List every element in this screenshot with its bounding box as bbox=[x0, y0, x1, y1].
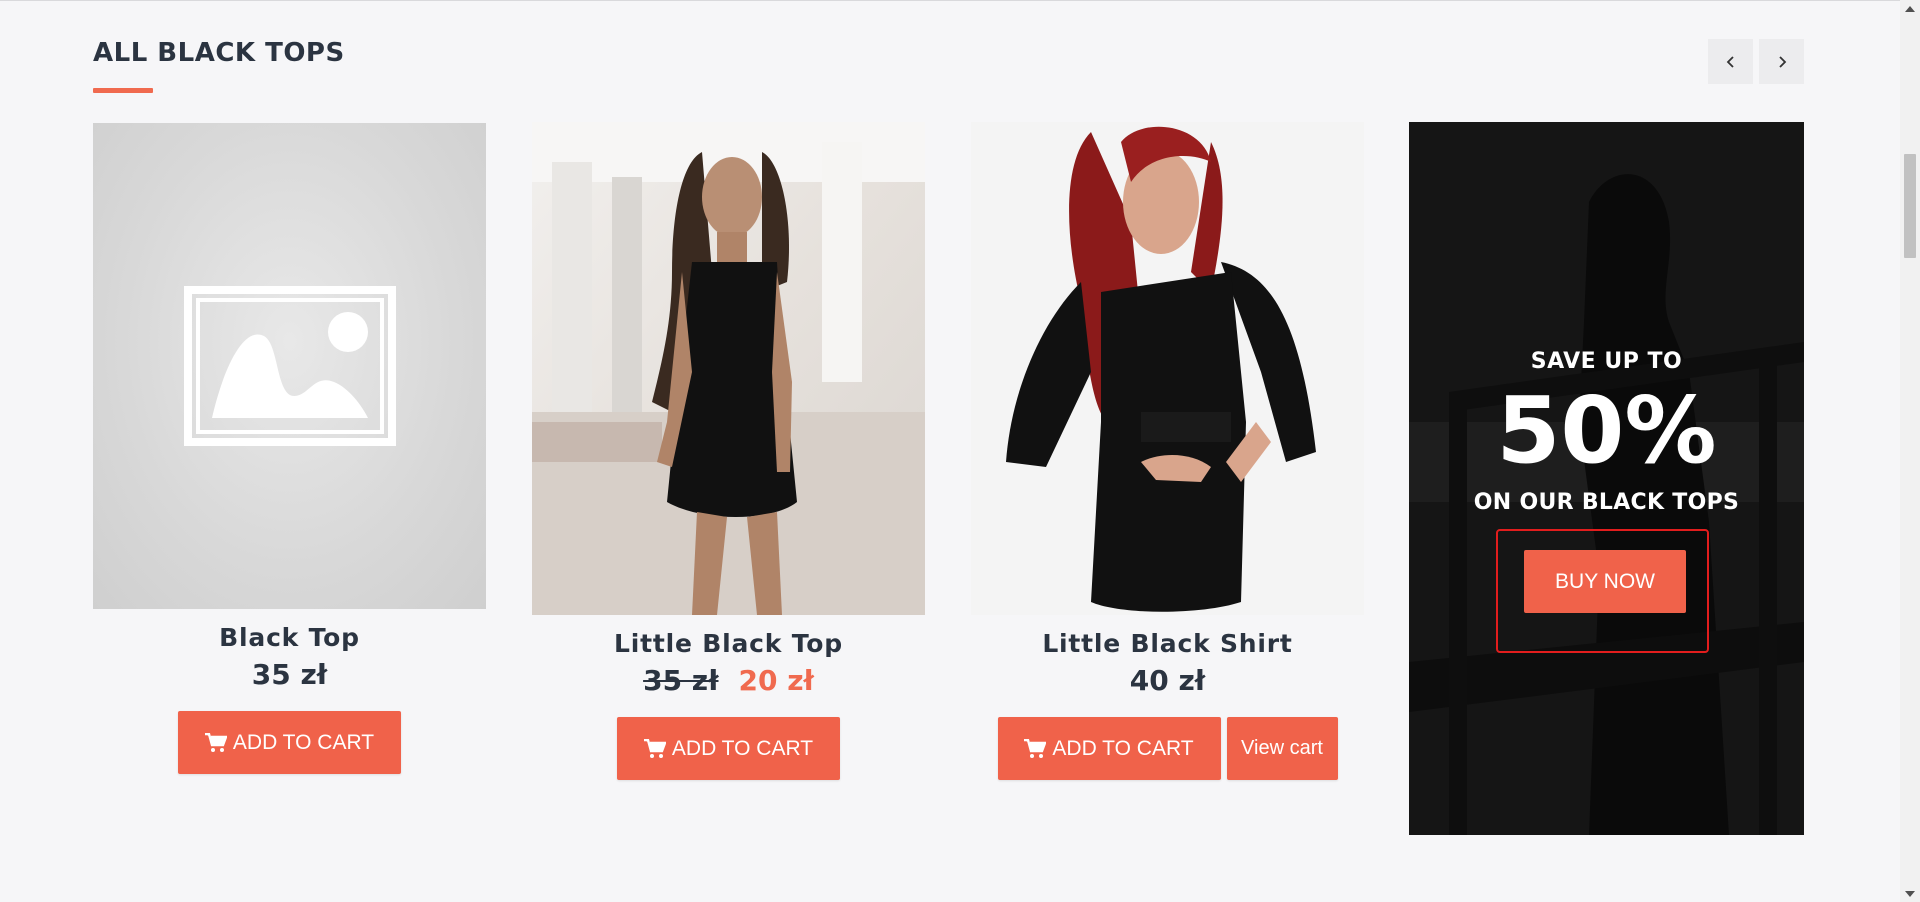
cart-icon bbox=[643, 738, 666, 759]
vertical-scrollbar[interactable] bbox=[1900, 0, 1920, 902]
add-to-cart-label: ADD TO CART bbox=[1052, 736, 1194, 760]
product-card: Black Top 35 zł ADD TO CART bbox=[93, 123, 486, 774]
carousel-prev-button[interactable] bbox=[1708, 39, 1753, 84]
banner-line2: ON OUR BLACK TOPS bbox=[1473, 490, 1740, 515]
product-price: 40 zł bbox=[1129, 664, 1206, 697]
promo-banner[interactable]: SAVE UP TO 50% ON OUR BLACK TOPS BUY NOW bbox=[1409, 122, 1804, 835]
product-card: Little Black Top 35 zł 20 zł ADD TO CART bbox=[532, 122, 925, 780]
add-to-cart-button[interactable]: ADD TO CART bbox=[178, 711, 401, 774]
product-image[interactable] bbox=[93, 123, 486, 609]
product-card: Little Black Shirt 40 zł ADD TO CART Vie… bbox=[971, 122, 1364, 780]
product-price: 35 zł 20 zł bbox=[532, 664, 925, 697]
sale-price: 20 zł bbox=[738, 664, 814, 697]
product-image[interactable] bbox=[532, 122, 925, 615]
product-image[interactable] bbox=[971, 122, 1364, 615]
add-to-cart-label: ADD TO CART bbox=[671, 736, 814, 760]
old-price: 35 zł bbox=[643, 664, 719, 697]
view-cart-button[interactable]: View cart bbox=[1226, 717, 1338, 780]
top-divider bbox=[0, 0, 1900, 1]
product-name[interactable]: Little Black Top bbox=[532, 629, 925, 658]
chevron-left-icon bbox=[1726, 55, 1734, 68]
title-underline bbox=[93, 88, 153, 93]
cart-icon bbox=[1024, 738, 1047, 759]
woman-in-black-dress-photo bbox=[532, 122, 925, 615]
product-name[interactable]: Little Black Shirt bbox=[971, 629, 1364, 658]
carousel-next-button[interactable] bbox=[1759, 39, 1804, 84]
image-placeholder-icon bbox=[183, 286, 396, 446]
banner-line1: SAVE UP TO bbox=[1530, 349, 1683, 374]
banner-discount: 50% bbox=[1496, 377, 1717, 484]
scroll-thumb[interactable] bbox=[1904, 154, 1916, 258]
product-price: 35 zł bbox=[251, 658, 328, 691]
scroll-up-arrow-icon[interactable] bbox=[1900, 0, 1920, 17]
add-to-cart-button[interactable]: ADD TO CART bbox=[997, 717, 1221, 780]
chevron-right-icon bbox=[1778, 55, 1786, 68]
add-to-cart-button[interactable]: ADD TO CART bbox=[617, 717, 840, 780]
red-haired-woman-black-dress-photo bbox=[971, 122, 1364, 615]
cart-icon bbox=[204, 732, 227, 753]
product-name[interactable]: Black Top bbox=[93, 623, 486, 652]
add-to-cart-label: ADD TO CART bbox=[232, 730, 375, 754]
scroll-down-arrow-icon[interactable] bbox=[1900, 885, 1920, 902]
buy-now-button[interactable]: BUY NOW bbox=[1524, 550, 1686, 613]
section-title: ALL BLACK TOPS bbox=[93, 38, 345, 68]
